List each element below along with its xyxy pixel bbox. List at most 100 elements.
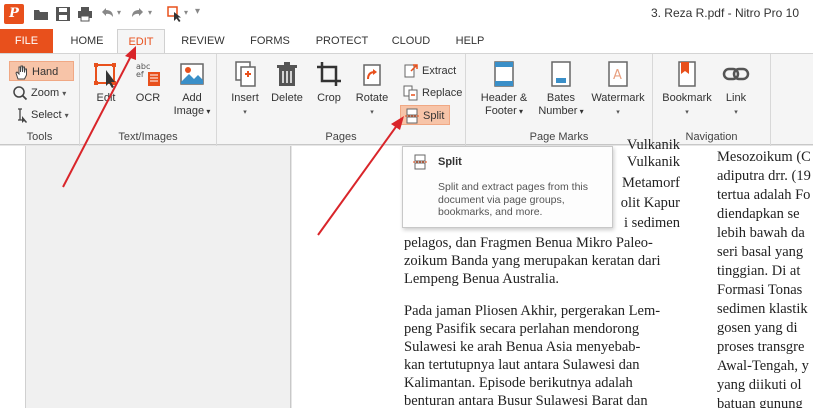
add-image-icon xyxy=(180,63,204,85)
select-label: Select xyxy=(31,109,62,121)
rotate-label: Rotate xyxy=(355,92,389,104)
zoom-button[interactable]: Zoom ▾ xyxy=(9,83,74,103)
text-line: peng Pasifik secara perlahan mendorong xyxy=(404,321,640,337)
text-line: Mesozoikum (C xyxy=(717,149,811,165)
replace-button[interactable]: Replace xyxy=(400,83,464,103)
replace-label: Replace xyxy=(422,87,463,99)
tab-forms[interactable]: FORMS xyxy=(243,29,297,54)
text-line: Vulkanik xyxy=(626,137,680,153)
replace-icon xyxy=(403,85,418,101)
text-line: pelagos, dan Fragmen Benua Mikro Paleo- xyxy=(404,235,653,251)
text-line: adiputra drr. (19 xyxy=(717,168,811,184)
insert-pages-icon xyxy=(235,61,256,87)
select-button[interactable]: Select ▾ xyxy=(9,105,74,125)
rotate-icon xyxy=(363,64,381,86)
bookmark-label: Bookmark xyxy=(662,92,712,104)
undo-icon[interactable] xyxy=(98,5,116,23)
bates-number-button[interactable]: Bates Number ▾ xyxy=(536,60,586,118)
text-line: proses transgre xyxy=(717,339,805,355)
text-line: Metamorf xyxy=(622,175,680,191)
bates-number-label-2: Number xyxy=(538,105,578,117)
text-line: yang diikuti ol xyxy=(717,377,802,393)
tab-home[interactable]: HOME xyxy=(62,29,112,54)
title-bar: P ▾ ▾ ▾ ▾ 3. Reza R.pdf - Nitro Pro 10 xyxy=(0,0,813,28)
header-footer-label-1: Header & xyxy=(480,92,528,104)
select-cursor-icon[interactable] xyxy=(166,5,184,23)
page-marks-group: Header & Footer ▾ Bates Number ▾ A Water… xyxy=(466,54,653,146)
text-line: Formasi Tonas xyxy=(717,282,803,298)
watermark-label: Watermark xyxy=(591,92,645,104)
navigation-pane-strip[interactable] xyxy=(0,146,26,408)
open-folder-icon[interactable] xyxy=(32,5,50,23)
delete-label: Delete xyxy=(271,92,303,104)
svg-text:A: A xyxy=(613,68,622,83)
split-button[interactable]: Split xyxy=(400,105,450,125)
text-line: lebih bawah da xyxy=(717,225,805,241)
edit-button[interactable]: Edit xyxy=(88,60,124,105)
tab-help[interactable]: HELP xyxy=(449,29,491,54)
header-footer-button[interactable]: Header & Footer ▾ xyxy=(476,60,532,118)
extract-icon xyxy=(404,64,418,78)
extract-button[interactable]: Extract xyxy=(400,61,460,81)
pages-group-label: Pages xyxy=(325,131,357,143)
crop-label: Crop xyxy=(317,92,341,104)
watermark-button[interactable]: A Watermark ▾ xyxy=(588,60,648,119)
navigation-group: Bookmark ▾ Link ▾ Navigation xyxy=(653,54,771,146)
page-thumbnail-left[interactable] xyxy=(26,146,291,408)
redo-icon[interactable] xyxy=(129,5,147,23)
customize-toolbar-icon[interactable]: ▾ xyxy=(195,6,200,17)
ribbon: Hand Zoom ▾ Select ▾ Tools Edit abc ef O… xyxy=(0,53,813,146)
save-icon[interactable] xyxy=(54,5,72,23)
undo-dropdown-icon[interactable]: ▾ xyxy=(117,8,121,17)
select-dropdown-icon[interactable]: ▾ xyxy=(184,8,188,17)
tab-cloud[interactable]: CLOUD xyxy=(384,29,438,54)
add-image-button[interactable]: Add Image ▾ xyxy=(170,60,214,118)
tab-protect[interactable]: PROTECT xyxy=(310,29,374,54)
insert-button[interactable]: Insert ▾ xyxy=(225,60,265,119)
zoom-label: Zoom xyxy=(31,87,60,99)
nitro-pro-window: P ▾ ▾ ▾ ▾ 3. Reza R.pdf - Nitro Pro 10 F… xyxy=(0,0,813,408)
print-icon[interactable] xyxy=(76,5,94,23)
insert-label: Insert xyxy=(231,92,259,104)
edit-label: Edit xyxy=(96,92,116,104)
tab-file[interactable]: FILE xyxy=(0,29,53,54)
ribbon-tab-bar: FILE HOME EDIT REVIEW FORMS PROTECT CLOU… xyxy=(0,28,813,54)
text-images-group: Edit abc ef OCR Add Image ▾ Text/Images xyxy=(80,54,217,146)
bates-number-icon xyxy=(551,61,571,87)
split-icon xyxy=(405,108,419,124)
svg-text:ef: ef xyxy=(136,70,144,79)
tools-group-label: Tools xyxy=(26,131,53,143)
tab-review[interactable]: REVIEW xyxy=(175,29,231,54)
tooltip-description: Split and extract pages from this docume… xyxy=(438,181,588,218)
text-line: olit Kapur xyxy=(620,195,680,211)
window-title: 3. Reza R.pdf - Nitro Pro 10 xyxy=(650,6,799,20)
delete-trash-icon xyxy=(277,62,297,86)
paragraph-1: pelagos, dan Fragmen Benua Mikro Paleo- … xyxy=(404,234,680,288)
tooltip-title: Split xyxy=(438,156,462,168)
rotate-button[interactable]: Rotate ▾ xyxy=(351,60,393,119)
pages-group: Insert ▾ Delete Crop Rotate ▾ Extract Re… xyxy=(217,54,466,146)
bookmark-button[interactable]: Bookmark ▾ xyxy=(657,60,717,119)
text-line: Kalimantan. Episode berikutnya adalah xyxy=(404,375,633,391)
link-button[interactable]: Link ▾ xyxy=(719,60,753,119)
hand-button[interactable]: Hand xyxy=(9,61,74,81)
text-line: Pada jaman Pliosen Akhir, pergerakan Lem… xyxy=(404,303,661,319)
text-line: i sedimen xyxy=(624,215,680,231)
add-image-label-1: Add xyxy=(182,92,202,104)
text-line: kan tertutupnya laut antara Sulawesi dan xyxy=(404,357,640,373)
ocr-label: OCR xyxy=(135,92,161,104)
text-line: diendapkan se xyxy=(717,206,800,222)
nitro-logo: P xyxy=(4,4,24,24)
text-line: Vulkanik xyxy=(626,154,680,170)
redo-dropdown-icon[interactable]: ▾ xyxy=(148,8,152,17)
text-line: batuan gunung xyxy=(717,396,803,408)
crop-button[interactable]: Crop xyxy=(311,60,347,105)
delete-button[interactable]: Delete xyxy=(267,60,307,105)
bookmark-icon xyxy=(678,61,696,87)
tab-edit[interactable]: EDIT xyxy=(117,29,165,54)
ocr-button[interactable]: abc ef OCR xyxy=(130,60,166,105)
add-image-label-2: Image xyxy=(173,105,205,117)
text-line: gosen yang di xyxy=(717,320,798,336)
hand-label: Hand xyxy=(32,66,59,78)
split-icon xyxy=(413,154,427,170)
